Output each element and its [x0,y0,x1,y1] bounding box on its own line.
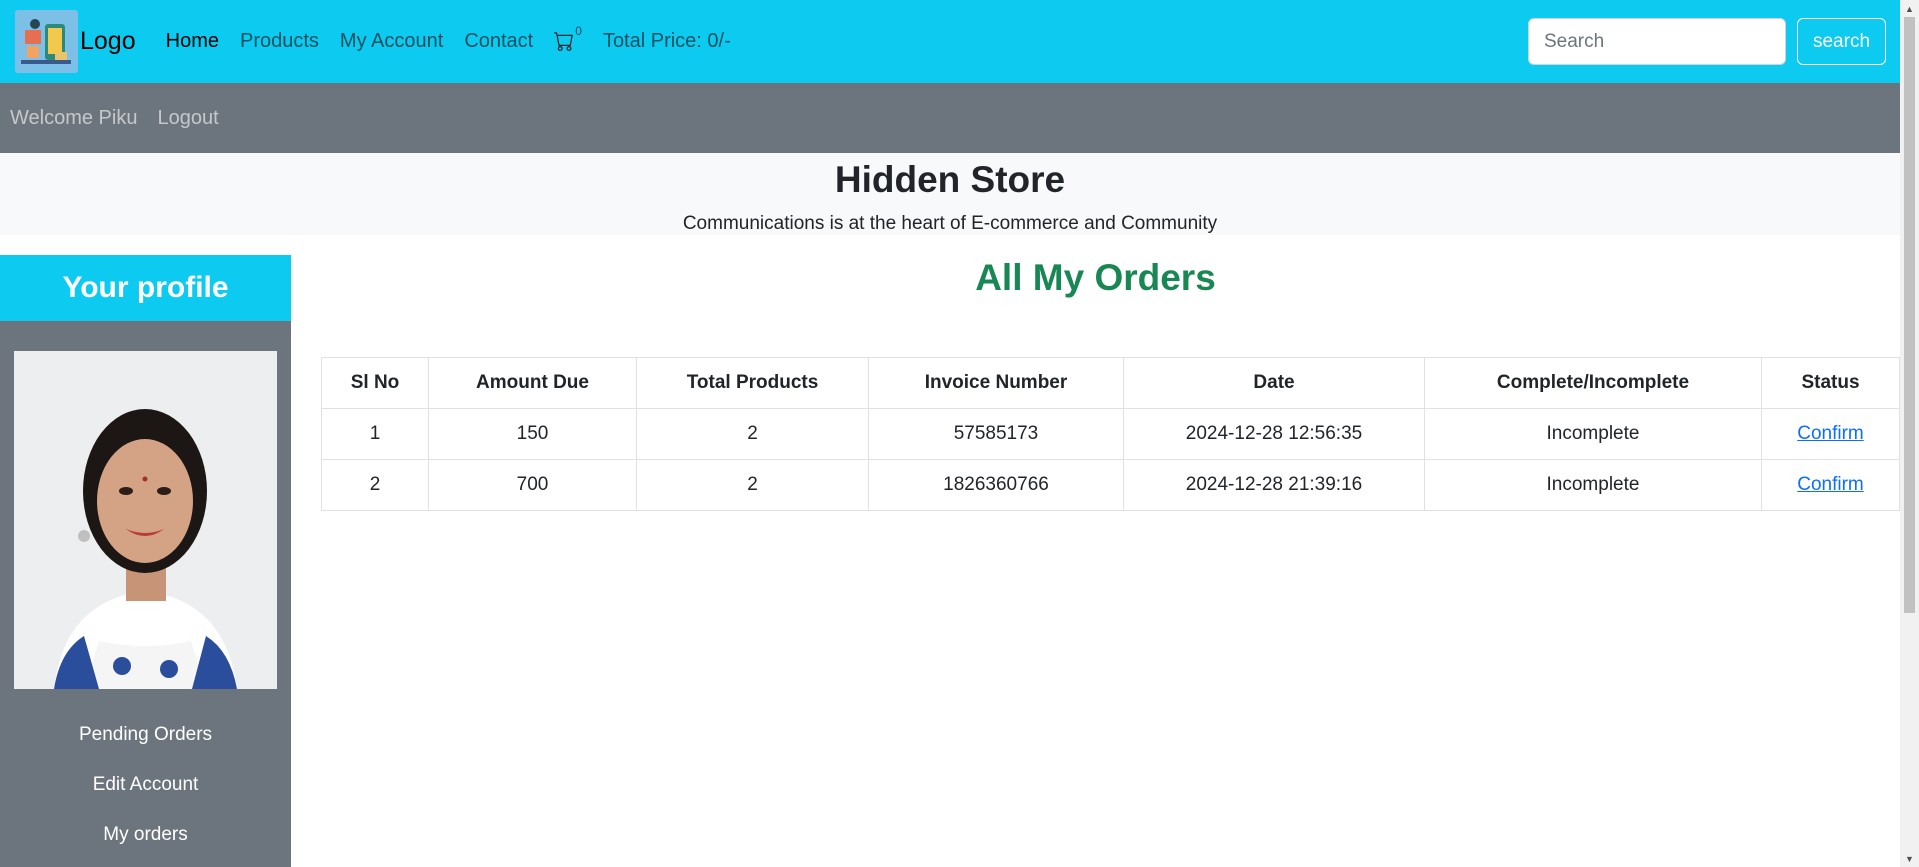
cell-date: 2024-12-28 12:56:35 [1123,408,1425,460]
brand-text[interactable]: Logo [80,27,136,56]
cell-sl-no: 1 [321,408,429,460]
scroll-thumb[interactable] [1904,17,1915,613]
confirm-link[interactable]: Confirm [1797,474,1864,495]
col-status: Status [1761,357,1900,409]
col-total-products: Total Products [636,357,869,409]
sidebar-heading: Your profile [0,255,291,321]
top-navbar: Logo Home Products My Account Contact 0 … [0,0,1900,83]
sidebar-title: Your profile [62,271,229,304]
nav-my-account[interactable]: My Account [340,30,443,53]
sidebar-item-edit-account[interactable]: Edit Account [0,773,291,797]
cell-total-products: 2 [636,459,869,511]
sidebar-links: Pending Orders Edit Account My orders [0,723,291,867]
search-form: search [1528,18,1886,65]
total-price[interactable]: Total Price: 0/- [603,30,731,53]
nav-links: Home Products My Account Contact 0 Total… [166,24,731,56]
cell-invoice-number: 57585173 [868,408,1124,460]
logout-link[interactable]: Logout [157,107,218,130]
cart-link[interactable]: 0 [554,24,582,56]
col-sl-no: Sl No [321,357,429,409]
search-button[interactable]: search [1797,18,1886,65]
sidebar-item-my-orders[interactable]: My orders [0,823,291,847]
col-complete-incomplete: Complete/Incomplete [1424,357,1762,409]
welcome-link[interactable]: Welcome Piku [10,107,137,130]
vertical-scrollbar[interactable]: ▲ ▼ [1900,0,1919,867]
cell-date: 2024-12-28 21:39:16 [1123,459,1425,511]
search-input[interactable] [1528,18,1786,65]
orders-title: All My Orders [975,257,1216,298]
cell-status: Confirm [1761,459,1900,511]
col-amount-due: Amount Due [428,357,637,409]
user-bar: Welcome Piku Logout [0,83,1900,153]
brand[interactable]: Logo [15,10,136,73]
col-invoice-number: Invoice Number [868,357,1124,409]
orders-table: Sl No Amount Due Total Products Invoice … [321,357,1900,511]
cart-count: 0 [575,23,582,38]
scroll-up-icon[interactable]: ▲ [1900,0,1919,17]
col-date: Date [1123,357,1425,409]
sidebar-item-pending-orders[interactable]: Pending Orders [0,723,291,747]
cell-invoice-number: 1826360766 [868,459,1124,511]
cell-sl-no: 2 [321,459,429,511]
cart-icon [554,28,574,56]
cell-amount-due: 150 [428,408,637,460]
cell-completion: Incomplete [1424,459,1762,511]
cell-amount-due: 700 [428,459,637,511]
cell-status: Confirm [1761,408,1900,460]
nav-products[interactable]: Products [240,30,319,53]
profile-sidebar: Your profile Pending Orders Edit Account… [0,255,291,867]
nav-home[interactable]: Home [166,30,219,53]
cell-total-products: 2 [636,408,869,460]
table-row: 2 700 2 1826360766 2024-12-28 21:39:16 I… [321,459,1900,511]
profile-image [14,351,277,689]
table-header-row: Sl No Amount Due Total Products Invoice … [321,357,1900,409]
confirm-link[interactable]: Confirm [1797,423,1864,444]
nav-contact[interactable]: Contact [464,30,533,53]
scroll-down-icon[interactable]: ▼ [1900,850,1919,867]
cell-completion: Incomplete [1424,408,1762,460]
store-tagline: Communications is at the heart of E-comm… [682,213,1218,234]
logo-image[interactable] [15,10,78,73]
store-header: Hidden Store Communications is at the he… [0,153,1900,235]
table-row: 1 150 2 57585173 2024-12-28 12:56:35 Inc… [321,408,1900,460]
store-title: Hidden Store [834,159,1066,200]
